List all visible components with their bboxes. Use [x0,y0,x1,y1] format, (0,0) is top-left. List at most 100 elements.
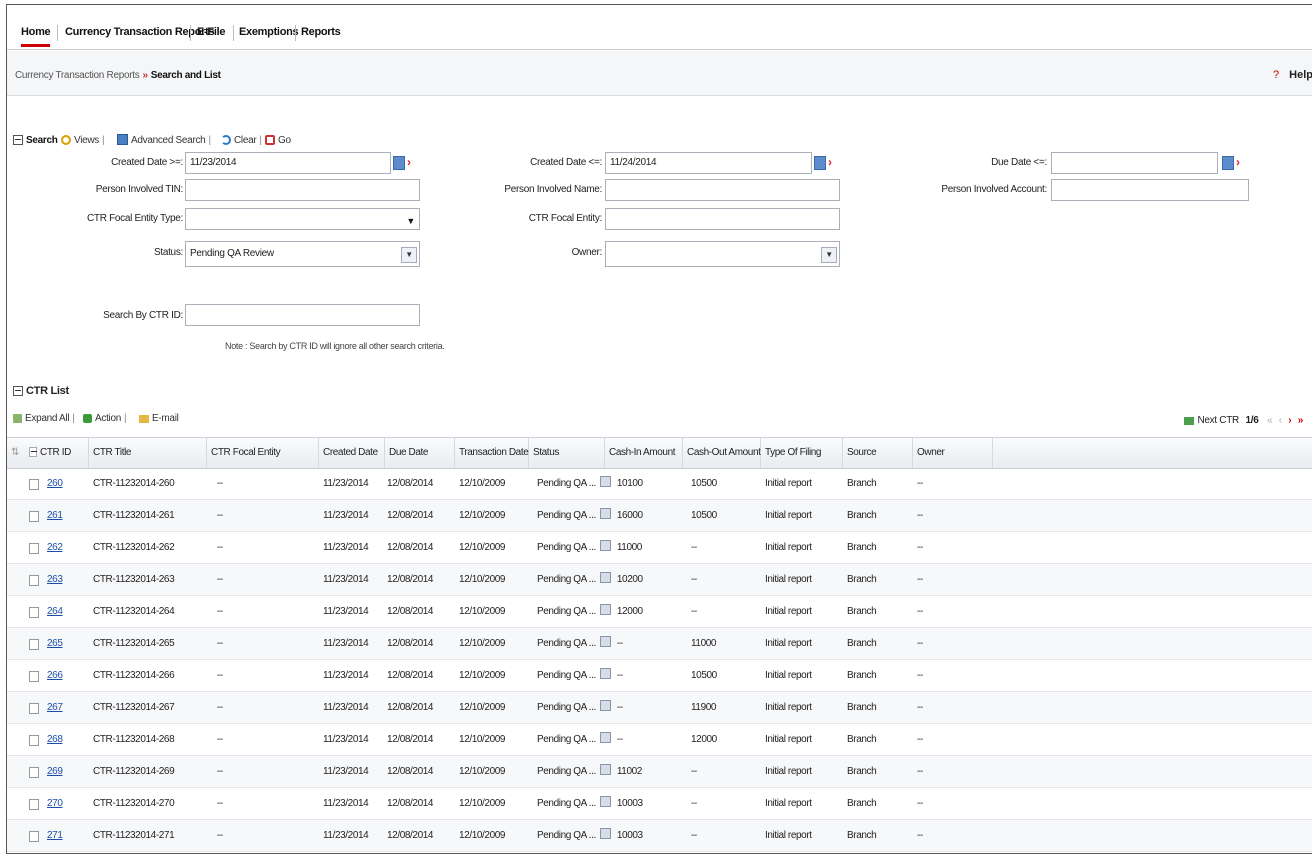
cell-ctr-id-link[interactable]: 260 [47,468,63,499]
col-ctr-title[interactable]: CTR Title [89,438,207,468]
status-detail-icon[interactable] [599,476,611,487]
row-checkbox[interactable] [29,639,39,650]
owner-select[interactable]: ▼ [605,241,840,267]
calendar-icon[interactable] [1222,156,1234,170]
row-checkbox[interactable] [29,767,39,778]
status-detail-icon[interactable] [599,572,611,583]
row-checkbox[interactable] [29,479,39,490]
advanced-search-button[interactable]: Advanced Search | [117,131,214,151]
row-checkbox[interactable] [29,735,39,746]
clear-button[interactable]: Clear | [221,131,265,151]
action-button[interactable]: Action | [83,409,129,429]
status-detail-icon[interactable] [599,668,611,679]
clear-date-icon[interactable]: › [1236,156,1244,168]
table-row[interactable]: 261 CTR-11232014-261 -- 11/23/2014 12/08/201… [7,500,1312,532]
created-to-field[interactable]: 11/24/2014 [605,152,812,174]
status-detail-icon[interactable] [599,764,611,775]
status-detail-icon[interactable] [599,508,611,519]
tab-e-file[interactable]: E-File [197,17,225,47]
go-button[interactable]: Go [265,131,291,151]
cell-ctr-id-link[interactable]: 268 [47,724,63,755]
cell-ctr-id-link[interactable]: 263 [47,564,63,595]
row-checkbox[interactable] [29,543,39,554]
first-page-icon[interactable]: « [1267,415,1273,426]
prev-page-icon[interactable]: ‹ [1279,415,1282,426]
status-detail-icon[interactable] [599,700,611,711]
cell-ctr-id-link[interactable]: 267 [47,692,63,723]
clear-date-icon[interactable]: › [407,156,415,168]
col-source[interactable]: Source [843,438,913,468]
table-row[interactable]: 264 CTR-11232014-264 -- 11/23/2014 12/08/201… [7,596,1312,628]
row-checkbox[interactable] [29,799,39,810]
next-page-icon[interactable]: › [1288,415,1291,426]
created-from-field[interactable]: 11/23/2014 [185,152,391,174]
col-focal-entity[interactable]: CTR Focal Entity [207,438,319,468]
cell-ctr-id-link[interactable]: 262 [47,532,63,563]
status-detail-icon[interactable] [599,636,611,647]
cell-ctr-id-link[interactable]: 266 [47,660,63,691]
cell-ctr-id-link[interactable]: 264 [47,596,63,627]
table-row[interactable]: 267 CTR-11232014-267 -- 11/23/2014 12/08/201… [7,692,1312,724]
cell-ctr-id-link[interactable]: 269 [47,756,63,787]
next-ctr-button[interactable]: Next CTR [1184,415,1239,426]
col-ctr-id[interactable]: CTR ID [27,438,89,468]
tab-home[interactable]: Home [21,17,51,47]
last-page-icon[interactable]: » [1298,415,1304,426]
views-button[interactable]: Views | [61,131,107,151]
tab-reports[interactable]: Reports [301,17,341,47]
breadcrumb-parent-link[interactable]: Currency Transaction Reports [15,70,140,81]
col-type-of-filing[interactable]: Type Of Filing [761,438,843,468]
ctr-list-toggle[interactable]: CTR List [7,385,69,397]
col-created-date[interactable]: Created Date [319,438,385,468]
status-detail-icon[interactable] [599,796,611,807]
col-due-date[interactable]: Due Date [385,438,455,468]
cell-ctr-id-link[interactable]: 270 [47,788,63,819]
status-detail-icon[interactable] [599,828,611,839]
status-detail-icon[interactable] [599,732,611,743]
tab-exemptions[interactable]: Exemptions [239,17,299,47]
person-account-field[interactable] [1051,179,1249,201]
tab-currency-transaction-reports[interactable]: Currency Transaction Reports [65,17,215,47]
table-row[interactable]: 260 CTR-11232014-260 -- 11/23/2014 12/08/201… [7,468,1312,500]
help-link[interactable]: ? Help [1273,69,1312,81]
table-row[interactable]: 262 CTR-11232014-262 -- 11/23/2014 12/08/201… [7,532,1312,564]
cell-ctr-id-link[interactable]: 271 [47,820,63,851]
col-owner[interactable]: Owner [913,438,993,468]
cell-ctr-id-link[interactable]: 261 [47,500,63,531]
due-date-field[interactable] [1051,152,1218,174]
calendar-icon[interactable] [393,156,405,170]
table-row[interactable]: 266 CTR-11232014-266 -- 11/23/2014 12/08/201… [7,660,1312,692]
table-row[interactable]: 269 CTR-11232014-269 -- 11/23/2014 12/08/201… [7,756,1312,788]
col-cash-in[interactable]: Cash-In Amount [605,438,683,468]
cell-ctr-id-link[interactable]: 265 [47,628,63,659]
search-section-toggle[interactable]: Search [13,131,58,151]
table-row[interactable]: 265 CTR-11232014-265 -- 11/23/2014 12/08/201… [7,628,1312,660]
table-row[interactable]: 268 CTR-11232014-268 -- 11/23/2014 12/08/201… [7,724,1312,756]
table-row[interactable]: 270 CTR-11232014-270 -- 11/23/2014 12/08/201… [7,788,1312,820]
status-detail-icon[interactable] [599,604,611,615]
cell-due-date: 12/08/2014 [387,510,434,521]
select-all-checkbox[interactable] [29,447,37,457]
table-row[interactable]: 271 CTR-11232014-271 -- 11/23/2014 12/08/201… [7,820,1312,852]
row-checkbox[interactable] [29,703,39,714]
email-button[interactable]: E-mail [139,409,179,429]
col-status[interactable]: Status [529,438,605,468]
person-tin-field[interactable] [185,179,420,201]
clear-date-icon[interactable]: › [828,156,836,168]
status-select[interactable]: Pending QA Review ▼ [185,241,420,267]
ctr-id-field[interactable] [185,304,420,326]
col-cash-out[interactable]: Cash-Out Amount [683,438,761,468]
table-row[interactable]: 263 CTR-11232014-263 -- 11/23/2014 12/08/201… [7,564,1312,596]
focal-type-select[interactable]: ▼ [185,208,420,230]
row-checkbox[interactable] [29,831,39,842]
calendar-icon[interactable] [814,156,826,170]
status-detail-icon[interactable] [599,540,611,551]
focal-entity-field[interactable] [605,208,840,230]
col-transaction-date[interactable]: Transaction Date [455,438,529,468]
expand-all-button[interactable]: Expand All | [13,409,78,429]
row-checkbox[interactable] [29,575,39,586]
person-name-field[interactable] [605,179,840,201]
row-checkbox[interactable] [29,671,39,682]
row-checkbox[interactable] [29,607,39,618]
row-checkbox[interactable] [29,511,39,522]
